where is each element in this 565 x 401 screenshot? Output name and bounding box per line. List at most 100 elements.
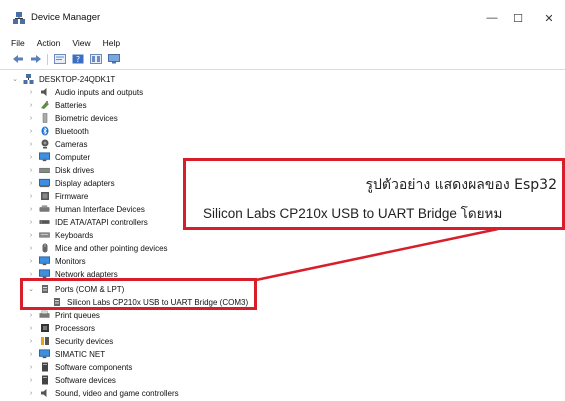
monitor-icon — [39, 256, 50, 266]
tree-item-ide[interactable]: › IDE ATA/ATAPI controllers — [27, 216, 148, 228]
computer-root-icon — [23, 74, 34, 84]
expand-chevron-icon[interactable]: › — [27, 141, 35, 148]
tree-item-firmware[interactable]: › Firmware — [27, 190, 89, 202]
tree-item-computer[interactable]: › Computer — [27, 151, 90, 163]
expand-chevron-icon[interactable]: › — [27, 245, 35, 252]
expand-chevron-icon[interactable]: › — [27, 180, 35, 187]
tree-item-display[interactable]: › Display adapters — [27, 177, 115, 189]
expand-chevron-icon[interactable]: › — [27, 167, 35, 174]
window-title: Device Manager — [31, 12, 101, 23]
minimize-button[interactable]: — — [478, 8, 506, 28]
tree-item-processors[interactable]: › Processors — [27, 322, 95, 334]
menu-file[interactable]: File — [11, 38, 25, 48]
tree-item-label: Software components — [55, 362, 133, 372]
expand-chevron-icon[interactable]: › — [27, 338, 35, 345]
properties-icon[interactable] — [53, 54, 66, 65]
tree-item-label: Mice and other pointing devices — [55, 243, 168, 253]
processor-icon — [39, 323, 50, 333]
tree-item-label: Firmware — [55, 191, 89, 201]
expand-chevron-icon[interactable]: › — [27, 128, 35, 135]
tree-item-hid[interactable]: › Human Interface Devices — [27, 203, 145, 215]
speaker-icon — [39, 87, 50, 97]
sound-icon — [39, 388, 50, 398]
expand-chevron-icon[interactable]: › — [27, 89, 35, 96]
ports-highlight-box — [20, 278, 257, 310]
expand-chevron-icon[interactable]: › — [27, 232, 35, 239]
tree-item-sound[interactable]: › Sound, video and game controllers — [27, 387, 179, 399]
menu-help[interactable]: Help — [103, 38, 120, 48]
menu-view[interactable]: View — [72, 38, 90, 48]
tree-item-keyboards[interactable]: › Keyboards — [27, 229, 93, 241]
tree-item-batteries[interactable]: › Batteries — [27, 99, 87, 111]
maximize-button[interactable]: ☐ — [504, 8, 532, 28]
tree-item-label: Batteries — [55, 100, 87, 110]
expand-chevron-icon[interactable]: › — [27, 115, 35, 122]
tree-item-monitors[interactable]: › Monitors — [27, 255, 86, 267]
tree-item-label: Biometric devices — [55, 113, 118, 123]
biometric-icon — [39, 113, 50, 123]
disk-icon — [39, 165, 50, 175]
expand-chevron-icon[interactable]: › — [27, 193, 35, 200]
firmware-icon — [39, 191, 50, 201]
expand-chevron-icon[interactable]: › — [27, 258, 35, 265]
tree-item-audio[interactable]: › Audio inputs and outputs — [27, 86, 143, 98]
expand-chevron-icon[interactable]: › — [27, 377, 35, 384]
menu-action[interactable]: Action — [37, 38, 61, 48]
expand-chevron-icon[interactable]: › — [27, 102, 35, 109]
tree-item-label: Bluetooth — [55, 126, 89, 136]
expand-chevron-icon[interactable]: › — [27, 325, 35, 332]
tree-item-security[interactable]: › Security devices — [27, 335, 113, 347]
security-icon — [39, 336, 50, 346]
tree-item-label: Audio inputs and outputs — [55, 87, 144, 97]
forward-icon[interactable] — [29, 54, 42, 65]
toolbar-separator — [47, 53, 48, 65]
tree-item-bluetooth[interactable]: › Bluetooth — [27, 125, 89, 137]
tree-item-simatic[interactable]: › SIMATIC NET — [27, 348, 105, 360]
computer-icon — [39, 152, 50, 162]
mouse-icon — [39, 243, 50, 253]
close-button[interactable]: ✕ — [535, 8, 563, 28]
tree-item-label: Print queues — [55, 310, 100, 320]
tree-item-software-components[interactable]: › Software components — [27, 361, 132, 373]
title-bar: Device Manager — ☐ ✕ — [0, 0, 565, 36]
annotation-line-2: Silicon Labs CP210x USB to UART Bridge โ… — [203, 206, 503, 221]
menu-bar: File Action View Help — [0, 36, 565, 50]
expand-chevron-icon[interactable]: › — [27, 271, 35, 278]
expand-chevron-icon[interactable]: › — [27, 390, 35, 397]
ide-icon — [39, 217, 50, 227]
help-icon[interactable]: ? — [71, 54, 84, 65]
simatic-icon — [39, 349, 50, 359]
tree-item-label: Keyboards — [55, 230, 94, 240]
collapse-chevron-icon[interactable]: ⌄ — [11, 75, 19, 83]
tree-item-software-devices[interactable]: › Software devices — [27, 374, 116, 386]
tree-item-biometric[interactable]: › Biometric devices — [27, 112, 118, 124]
expand-chevron-icon[interactable]: › — [27, 206, 35, 213]
tree-item-label: Processors — [55, 323, 96, 333]
monitor-icon[interactable] — [107, 54, 120, 65]
toolbar: ? — [0, 52, 565, 66]
tree-item-label: Cameras — [55, 139, 88, 149]
tree-root-label: DESKTOP-24QDK1T — [39, 74, 116, 84]
expand-chevron-icon[interactable]: › — [27, 351, 35, 358]
back-icon[interactable] — [11, 54, 24, 65]
annotation-line-1: รูปตัวอย่าง แสดงผลของ Esp32 — [365, 177, 557, 193]
software-device-icon — [39, 375, 50, 385]
expand-chevron-icon[interactable]: › — [27, 154, 35, 161]
tree-item-label: Sound, video and game controllers — [55, 388, 179, 398]
expand-chevron-icon[interactable]: › — [27, 312, 35, 319]
camera-icon — [39, 139, 50, 149]
battery-icon — [39, 100, 50, 110]
tree-item-cameras[interactable]: › Cameras — [27, 138, 87, 150]
tree-item-label: Computer — [55, 152, 91, 162]
expand-chevron-icon[interactable]: › — [27, 219, 35, 226]
svg-text:?: ? — [75, 55, 79, 64]
bluetooth-icon — [39, 126, 50, 136]
tree-item-label: Disk drives — [55, 165, 95, 175]
update-driver-icon[interactable] — [89, 54, 102, 65]
tree-item-label: Security devices — [55, 336, 114, 346]
tree-item-mice[interactable]: › Mice and other pointing devices — [27, 242, 168, 254]
tree-item-print[interactable]: › Print queues — [27, 309, 100, 321]
expand-chevron-icon[interactable]: › — [27, 364, 35, 371]
tree-root[interactable]: ⌄ DESKTOP-24QDK1T — [11, 73, 115, 85]
tree-item-disk[interactable]: › Disk drives — [27, 164, 94, 176]
